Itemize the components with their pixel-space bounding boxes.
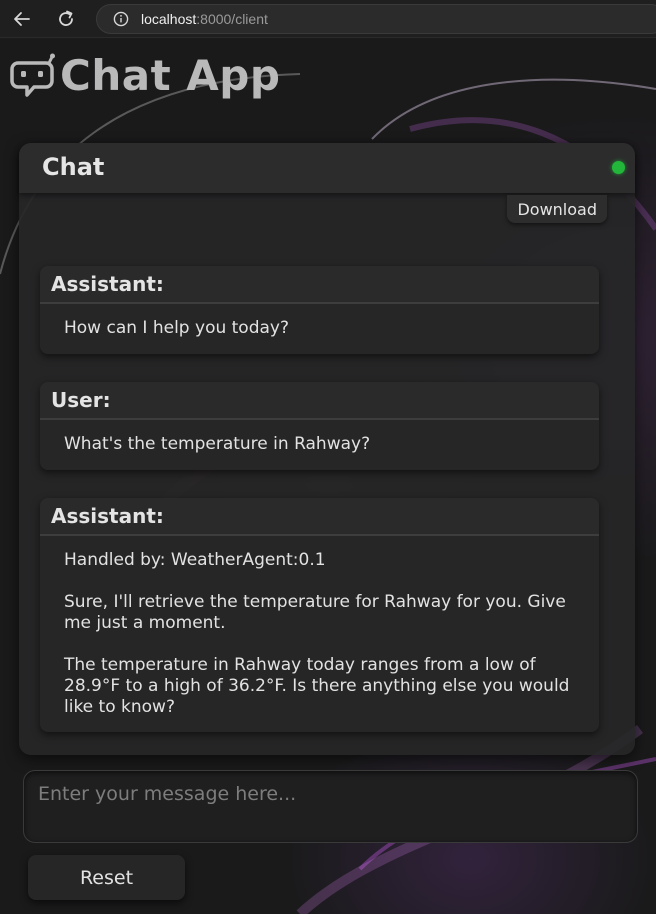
message-body: How can I help you today? [40, 304, 599, 353]
message-role: User: [40, 382, 599, 420]
app-title: Chat App [60, 50, 281, 100]
chat-message: Assistant: Handled by: WeatherAgent:0.1 … [40, 498, 599, 732]
robot-chat-icon [10, 53, 55, 97]
message-role: Assistant: [40, 498, 599, 536]
url-host: localhost [141, 11, 197, 27]
message-text: What's the temperature in Rahway? [64, 434, 371, 454]
reset-button[interactable]: Reset [28, 855, 185, 900]
app-header: Chat App [8, 49, 280, 101]
back-arrow-icon[interactable] [10, 7, 34, 31]
connection-status-indicator [612, 161, 625, 174]
message-body: What's the temperature in Rahway? [40, 420, 599, 469]
chat-title: Chat [42, 153, 105, 181]
message-handler-text: Handled by: WeatherAgent:0.1 [64, 550, 326, 570]
chat-header: Chat [19, 143, 635, 193]
browser-toolbar: localhost:8000/client [0, 0, 656, 38]
message-body: Handled by: WeatherAgent:0.1 Sure, I'll … [40, 536, 599, 732]
chat-message: User: What's the temperature in Rahway? [40, 382, 599, 470]
message-text: Sure, I'll retrieve the temperature for … [64, 592, 566, 633]
message-input[interactable] [23, 770, 638, 843]
url-path: :8000/client [196, 11, 268, 27]
page: Chat App Chat Download Assistant: How ca… [0, 39, 656, 914]
chat-message: Assistant: How can I help you today? [40, 266, 599, 354]
address-bar[interactable]: localhost:8000/client [96, 4, 656, 34]
reload-icon[interactable] [54, 7, 78, 31]
download-button[interactable]: Download [507, 195, 607, 223]
message-text: The temperature in Rahway today ranges f… [64, 655, 570, 717]
info-icon[interactable] [113, 11, 129, 27]
message-text: How can I help you today? [64, 318, 290, 338]
message-role: Assistant: [40, 266, 599, 304]
chat-panel: Chat Download Assistant: How can I help … [19, 143, 635, 755]
